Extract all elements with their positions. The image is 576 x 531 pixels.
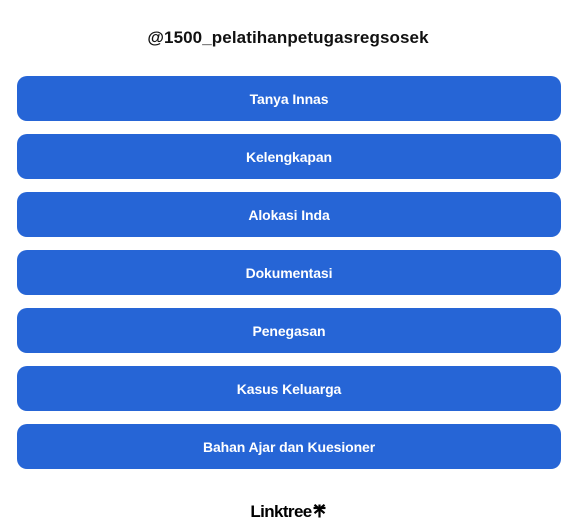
profile-handle: @1500_pelatihanpetugasregsosek (147, 28, 429, 47)
link-button-bahan-ajar-dan-kuesioner[interactable]: Bahan Ajar dan Kuesioner (17, 424, 561, 469)
link-button-penegasan[interactable]: Penegasan (17, 308, 561, 353)
link-button-alokasi-inda[interactable]: Alokasi Inda (17, 192, 561, 237)
link-button-tanya-innas[interactable]: Tanya Innas (17, 76, 561, 121)
linktree-wordmark: Linktree (250, 502, 312, 521)
linktree-logo-link[interactable]: Linktree (250, 502, 326, 522)
link-list: Tanya Innas Kelengkapan Alokasi Inda Dok… (17, 76, 561, 469)
link-button-kasus-keluarga[interactable]: Kasus Keluarga (17, 366, 561, 411)
linktree-asterisk-icon (313, 504, 326, 518)
link-button-dokumentasi[interactable]: Dokumentasi (17, 250, 561, 295)
link-button-kelengkapan[interactable]: Kelengkapan (17, 134, 561, 179)
footer: Linktree (0, 502, 576, 522)
